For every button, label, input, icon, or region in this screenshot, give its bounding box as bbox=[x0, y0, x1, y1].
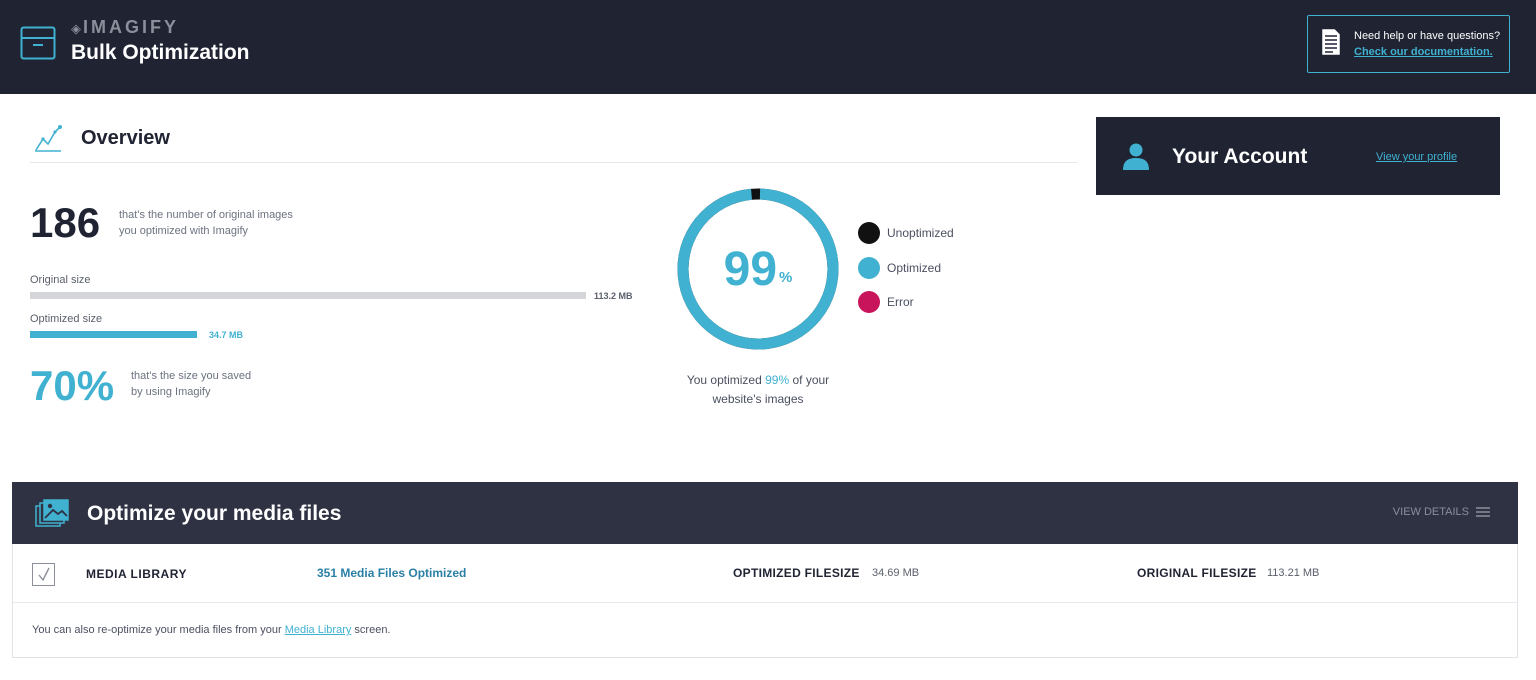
optimized-filesize-label: OPTIMIZED FILESIZE bbox=[733, 566, 860, 580]
box-icon bbox=[20, 26, 56, 60]
original-size-bar bbox=[30, 292, 586, 299]
view-details-label: VIEW DETAILS bbox=[1392, 506, 1469, 518]
documentation-link[interactable]: Check our documentation. bbox=[1354, 46, 1493, 58]
original-filesize-value: 113.21 MB bbox=[1267, 567, 1320, 579]
media-library-checkbox[interactable] bbox=[32, 563, 55, 586]
help-box: Need help or have questions? Check our d… bbox=[1307, 15, 1510, 73]
check-icon bbox=[38, 567, 50, 582]
brand-name: IMAGIFY bbox=[83, 17, 179, 37]
media-panel-header: Optimize your media files VIEW DETAILS bbox=[12, 482, 1518, 544]
images-count-description: that's the number of original images you… bbox=[119, 207, 319, 239]
legend-dot-optimized bbox=[858, 257, 880, 279]
saved-percent: 70% bbox=[30, 362, 115, 409]
legend-optimized: Optimized bbox=[858, 257, 941, 279]
caption-line2: website's images bbox=[712, 392, 804, 406]
brand-logo: ◈ IMAGIFY bbox=[71, 17, 179, 38]
optimized-caption: You optimized 99% of your website's imag… bbox=[668, 371, 848, 409]
legend-unoptimized: Unoptimized bbox=[858, 222, 954, 244]
legend-label-unoptimized: Unoptimized bbox=[887, 226, 954, 240]
original-size-label: Original size bbox=[30, 274, 91, 286]
overview-title: Overview bbox=[81, 127, 170, 149]
images-desc-line2: you optimized with Imagify bbox=[119, 225, 248, 237]
media-library-label: MEDIA LIBRARY bbox=[86, 567, 187, 581]
caption-before: You optimized bbox=[686, 373, 766, 387]
optimized-size-value: 34.7 MB bbox=[209, 330, 244, 340]
account-panel: Your Account View your profile bbox=[1096, 117, 1500, 195]
chart-line-icon bbox=[35, 125, 62, 152]
saved-desc-line2: by using Imagify bbox=[131, 386, 211, 398]
media-panel-title: Optimize your media files bbox=[87, 502, 342, 525]
files-optimized-link[interactable]: 351 Media Files Optimized bbox=[317, 566, 466, 580]
donut-value: 99 bbox=[723, 243, 778, 296]
menu-icon bbox=[1476, 507, 1490, 517]
view-details-button[interactable]: VIEW DETAILS bbox=[1393, 506, 1490, 518]
view-profile-link[interactable]: View your profile bbox=[1376, 151, 1457, 163]
caption-after: of your bbox=[789, 373, 830, 387]
legend-label-optimized: Optimized bbox=[887, 261, 942, 275]
note-after: screen. bbox=[351, 624, 391, 636]
document-icon bbox=[1320, 27, 1342, 57]
legend-error: Error bbox=[858, 291, 914, 313]
legend-dot-unoptimized bbox=[858, 222, 880, 244]
optimized-size-bar bbox=[30, 331, 586, 338]
page-title: Bulk Optimization bbox=[71, 41, 250, 64]
legend-dot-error bbox=[858, 291, 880, 313]
original-size-value: 113.2 MB bbox=[594, 291, 633, 301]
donut-unit: % bbox=[779, 269, 793, 286]
optimized-size-fill bbox=[30, 331, 197, 338]
images-icon bbox=[35, 499, 69, 527]
optimized-filesize-value: 34.69 MB bbox=[872, 567, 920, 579]
row-divider bbox=[13, 602, 1517, 603]
images-desc-line1: that's the number of original images bbox=[119, 209, 293, 221]
saved-description: that's the size you saved by using Imagi… bbox=[131, 368, 331, 400]
media-panel-body: MEDIA LIBRARY 351 Media Files Optimized … bbox=[12, 544, 1518, 658]
original-filesize-label: ORIGINAL FILESIZE bbox=[1137, 566, 1257, 580]
images-count: 186 bbox=[30, 199, 101, 246]
donut-percentage: 99% bbox=[675, 244, 841, 296]
reoptimize-note: You can also re-optimize your media file… bbox=[32, 624, 391, 636]
top-header: ◈ IMAGIFY Bulk Optimization Need help or … bbox=[0, 0, 1536, 94]
user-icon bbox=[1123, 143, 1149, 170]
optimized-size-label: Optimized size bbox=[30, 313, 103, 325]
logo-mark-icon: ◈ bbox=[71, 21, 81, 36]
account-title: Your Account bbox=[1172, 145, 1308, 168]
overview-divider bbox=[30, 162, 1077, 163]
help-question: Need help or have questions? bbox=[1354, 30, 1501, 42]
saved-desc-line1: that's the size you saved bbox=[131, 370, 252, 382]
legend-label-error: Error bbox=[887, 295, 914, 309]
note-before: You can also re-optimize your media file… bbox=[32, 624, 285, 636]
media-library-link[interactable]: Media Library bbox=[285, 624, 352, 636]
caption-percent: 99% bbox=[765, 373, 790, 387]
